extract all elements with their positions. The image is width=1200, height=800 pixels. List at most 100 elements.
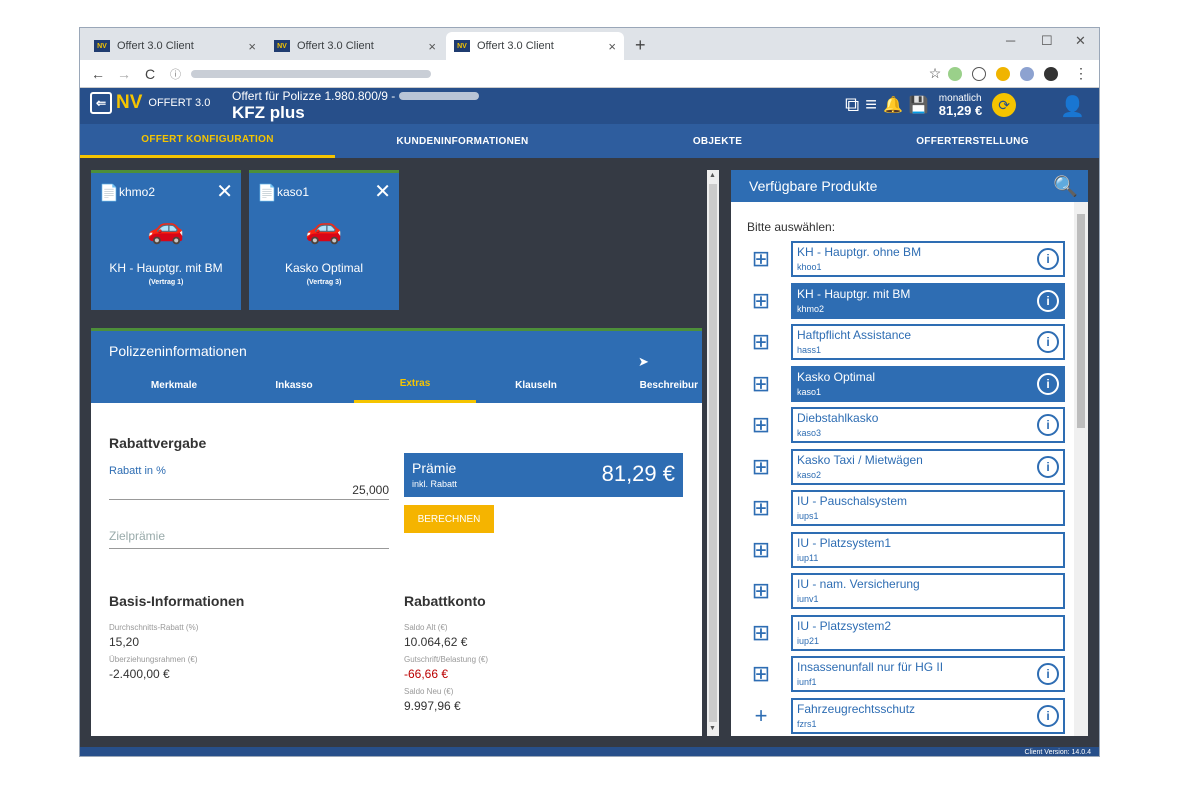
info-icon[interactable]: i	[1037, 455, 1059, 478]
logo-text: OFFERT 3.0	[148, 97, 211, 109]
add-product-icon[interactable]: ⊞	[749, 413, 773, 437]
browser-tab-1[interactable]: NV Offert 3.0 Client ×	[86, 32, 264, 60]
product-item[interactable]: IU - Pauschalsystem iups1	[791, 490, 1065, 526]
close-icon[interactable]: ✕	[374, 179, 391, 204]
app-logo[interactable]: ⇐ NV OFFERT 3.0	[90, 92, 210, 114]
reload-icon[interactable]: C	[142, 66, 158, 82]
contract-card-kaso1[interactable]: 📄 kaso1 ✕ 🚗 Kasko Optimal (Vertrag 3)	[249, 170, 399, 310]
bell-icon[interactable]: 🔔	[883, 95, 903, 115]
exit-icon: ⇐	[90, 92, 112, 114]
extension-icon[interactable]	[996, 66, 1010, 81]
add-product-icon[interactable]: ⊞	[749, 371, 773, 396]
add-product-icon[interactable]: ⊞	[749, 454, 773, 479]
add-product-icon[interactable]: ⊞	[749, 537, 773, 562]
page-title: Offert für Polizze 1.980.800/9 - KFZ plu…	[232, 89, 480, 123]
add-product-icon[interactable]: ⊞	[749, 620, 773, 645]
add-product-icon[interactable]: ⊞	[749, 247, 773, 271]
back-icon[interactable]: ←	[90, 66, 106, 82]
product-item[interactable]: IU - Platzsystem2 iup21	[791, 614, 1065, 651]
info-icon[interactable]: ⓘ	[170, 66, 181, 82]
product-item[interactable]: Fahrzeugrechtsschutz fzrs1 i	[791, 697, 1065, 734]
minimize-icon[interactable]: ─	[1006, 33, 1015, 48]
add-product-icon[interactable]: ⊞	[749, 579, 773, 603]
scroll-up-icon[interactable]: ▲	[709, 172, 716, 179]
add-product-icon[interactable]: ⊞	[749, 662, 773, 686]
search-icon[interactable]: 🔍	[1053, 174, 1078, 199]
product-name: KH - Hauptgr. ohne BM	[797, 245, 922, 259]
berechnen-button[interactable]: BERECHNEN	[404, 505, 494, 533]
tab-inkasso[interactable]: Inkasso	[233, 367, 355, 403]
tab-merkmale[interactable]: Merkmale	[113, 367, 235, 403]
forward-icon[interactable]: →	[116, 66, 132, 82]
copy-icon[interactable]: ⧉	[845, 94, 859, 117]
product-item[interactable]: Kasko Taxi / Mietwägen kaso2 i	[791, 448, 1065, 485]
basis-label: Überziehungsrahmen (€)	[109, 655, 198, 664]
profile-avatar-icon[interactable]	[1044, 66, 1058, 81]
sync-icon[interactable]: ⟳	[992, 93, 1017, 117]
scroll-thumb[interactable]	[709, 184, 717, 722]
product-item[interactable]: KH - Hauptgr. ohne BM khoo1 i	[791, 241, 1065, 277]
window-close-icon[interactable]: ✕	[1075, 33, 1086, 49]
add-product-icon[interactable]: ⊞	[749, 288, 773, 313]
close-icon[interactable]: ×	[428, 39, 436, 54]
tab-kundeninformationen[interactable]: KUNDENINFORMATIONEN	[335, 124, 590, 158]
user-icon[interactable]: 👤	[1060, 94, 1085, 119]
info-icon[interactable]: i	[1037, 248, 1059, 270]
product-item[interactable]: KH - Hauptgr. mit BM khmo2 i	[791, 282, 1065, 319]
contract-card-khmo2[interactable]: 📄 khmo2 ✕ 🚗 KH - Hauptgr. mit BM (Vertra…	[91, 170, 241, 310]
close-icon[interactable]: ×	[248, 39, 256, 54]
browser-tab-2[interactable]: NV Offert 3.0 Client ×	[266, 32, 444, 60]
products-scrollbar[interactable]	[1074, 202, 1088, 736]
extension-icon[interactable]	[1020, 66, 1034, 81]
tab-offert-konfiguration[interactable]: OFFERT KONFIGURATION	[80, 124, 335, 158]
info-icon[interactable]: i	[1037, 663, 1059, 685]
tab-beschreibung[interactable]: Beschreibur	[591, 367, 702, 403]
tab-extras[interactable]: Extras	[354, 367, 476, 403]
product-item[interactable]: Haftpflicht Assistance hass1 i	[791, 324, 1065, 360]
maximize-icon[interactable]: ☐	[1041, 33, 1053, 49]
tab-offerterstellung[interactable]: OFFERTERSTELLUNG	[845, 124, 1099, 158]
zielpraemie-input[interactable]: Zielprämie	[109, 529, 165, 543]
product-item[interactable]: Insassenunfall nur für HG II iunf1 i	[791, 656, 1065, 692]
product-item[interactable]: IU - Platzsystem1 iup11	[791, 531, 1065, 568]
logo-nv: NV	[116, 92, 143, 113]
info-icon[interactable]: i	[1037, 331, 1059, 353]
tab-klauseln[interactable]: Klauseln	[475, 367, 597, 403]
title-line1: Offert für Polizze 1.980.800/9 -	[232, 89, 396, 103]
scroll-thumb[interactable]	[1077, 214, 1085, 428]
close-icon[interactable]: ×	[608, 39, 616, 54]
add-product-icon[interactable]: ⊞	[749, 330, 773, 354]
add-product-icon[interactable]: ⊞	[749, 496, 773, 520]
info-icon[interactable]: i	[1037, 704, 1059, 727]
close-icon[interactable]: ✕	[216, 179, 233, 204]
card-name: KH - Hauptgr. mit BM	[109, 261, 223, 275]
browser-menu-icon[interactable]: ⋮	[1073, 65, 1089, 82]
basis-title: Basis-Informationen	[109, 593, 245, 609]
new-tab-icon[interactable]: +	[635, 35, 646, 56]
url-field[interactable]: ⓘ	[170, 63, 917, 85]
scroll-down-icon[interactable]: ▼	[709, 725, 716, 732]
star-icon[interactable]: ☆	[927, 65, 943, 82]
products-title: Verfügbare Produkte	[749, 178, 878, 194]
product-item[interactable]: Diebstahlkasko kaso3 i	[791, 407, 1065, 443]
rabatt-input[interactable]: 25,000	[109, 483, 389, 497]
browser-tab-3[interactable]: NV Offert 3.0 Client ×	[446, 32, 624, 60]
tab-objekte[interactable]: OBJEKTE	[590, 124, 845, 158]
plus-icon[interactable]: +	[749, 703, 773, 728]
extension-icon[interactable]	[972, 66, 986, 81]
policy-title: Polizzeninformationen	[109, 343, 247, 359]
product-code: iup11	[797, 552, 819, 563]
info-icon[interactable]: i	[1037, 289, 1059, 312]
list-icon[interactable]: ≡	[865, 94, 877, 117]
save-icon[interactable]: 💾	[909, 95, 929, 115]
product-item[interactable]: IU - nam. Versicherung iunv1	[791, 573, 1065, 609]
info-icon[interactable]: i	[1037, 414, 1059, 436]
product-item[interactable]: Kasko Optimal kaso1 i	[791, 365, 1065, 402]
praemie-sub: inkl. Rabatt	[412, 479, 458, 489]
main-scrollbar[interactable]: ▲ ▼	[707, 170, 719, 736]
main-tabs: OFFERT KONFIGURATION KUNDENINFORMATIONEN…	[80, 124, 1099, 158]
product-code: kaso1	[797, 386, 822, 397]
info-icon[interactable]: i	[1037, 372, 1059, 395]
customer-name-blurred	[399, 92, 480, 100]
extension-icon[interactable]	[948, 66, 962, 81]
